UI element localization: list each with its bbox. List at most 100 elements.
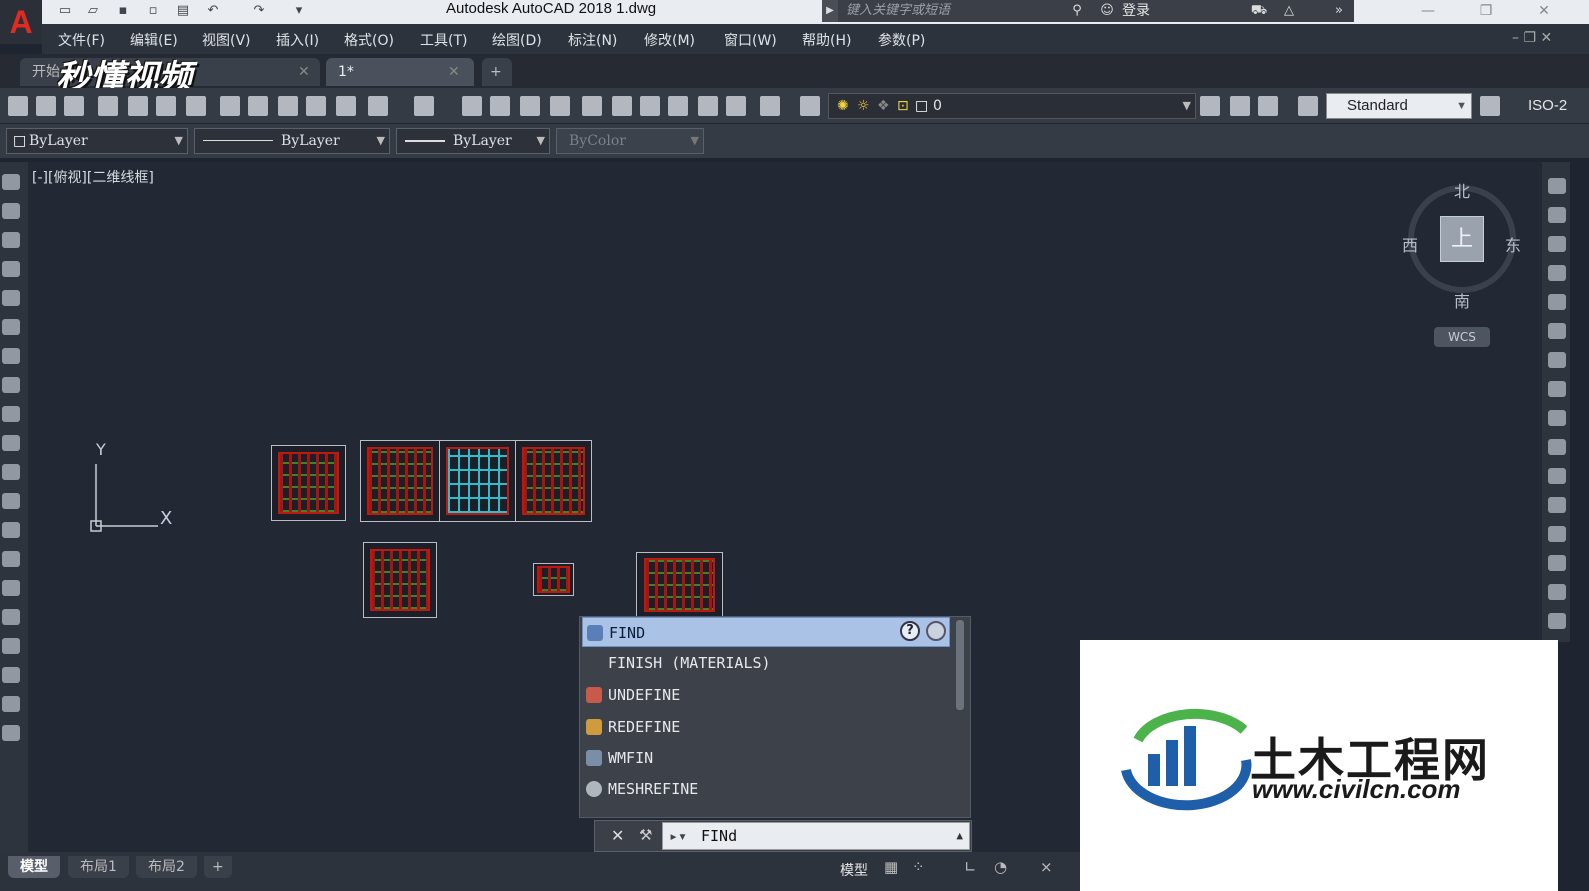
- menu-format[interactable]: 格式(O): [344, 30, 394, 50]
- floor-plan-drawing[interactable]: [360, 440, 440, 522]
- internet-search-icon[interactable]: [926, 621, 946, 641]
- draw-tool-icon[interactable]: [2, 725, 20, 741]
- autocomplete-item-undefine[interactable]: UNDEFINE: [582, 680, 950, 710]
- toolbar-tool-icon[interactable]: [582, 96, 602, 116]
- osnap-icon[interactable]: ⨯: [1040, 858, 1053, 876]
- modify-tool-icon[interactable]: [1548, 526, 1566, 542]
- toolbar-tool-icon[interactable]: [668, 96, 688, 116]
- toolbar-tool-icon[interactable]: [800, 96, 820, 116]
- wcs-menu[interactable]: WCS: [1434, 327, 1490, 347]
- draw-tool-icon[interactable]: [2, 290, 20, 306]
- toolbar-tool-icon[interactable]: [306, 96, 326, 116]
- floor-plan-drawing[interactable]: [533, 563, 574, 596]
- more-icon[interactable]: »: [1330, 3, 1348, 19]
- close-tab-icon[interactable]: ✕: [448, 58, 460, 86]
- compass-east[interactable]: 东: [1505, 232, 1521, 256]
- modify-tool-icon[interactable]: [1548, 555, 1566, 571]
- viewport-controls-label[interactable]: [-][俯视][二维线框]: [32, 167, 154, 187]
- toolbar-tool-icon[interactable]: [414, 96, 434, 116]
- menu-draw[interactable]: 绘图(D): [492, 30, 542, 50]
- menu-parameters[interactable]: 参数(P): [878, 30, 925, 50]
- modify-tool-icon[interactable]: [1548, 294, 1566, 310]
- draw-tool-icon[interactable]: [2, 696, 20, 712]
- search-input[interactable]: 键入关键字或短语: [838, 0, 1062, 22]
- floor-plan-drawing[interactable]: [271, 445, 346, 521]
- toolbar-tool-icon[interactable]: [550, 96, 570, 116]
- restore-button[interactable]: ❐: [1458, 0, 1514, 22]
- toolbar-tool-icon[interactable]: [220, 96, 240, 116]
- modify-tool-icon[interactable]: [1548, 265, 1566, 281]
- modify-tool-icon[interactable]: [1548, 352, 1566, 368]
- minimize-button[interactable]: —: [1400, 0, 1456, 22]
- draw-tool-icon[interactable]: [2, 580, 20, 596]
- draw-tool-icon[interactable]: [2, 609, 20, 625]
- autocomplete-item-find[interactable]: FIND: [582, 617, 950, 647]
- layer-dropdown[interactable]: ✺ ☼ ❖ ⊡ □ 0 ▼: [828, 93, 1196, 119]
- toolbar-tool-icon[interactable]: [490, 96, 510, 116]
- toolbar-tool-icon[interactable]: [156, 96, 176, 116]
- save-as-icon[interactable]: ▫: [144, 3, 162, 19]
- toolbar-tool-icon[interactable]: [248, 96, 268, 116]
- wrench-icon[interactable]: ⚒: [639, 826, 652, 844]
- add-layout-button[interactable]: +: [204, 856, 232, 878]
- tab-layout1[interactable]: 布局1: [68, 856, 129, 878]
- draw-tool-icon[interactable]: [2, 174, 20, 190]
- menu-file[interactable]: 文件(F): [58, 30, 105, 50]
- draw-tool-icon[interactable]: [2, 377, 20, 393]
- draw-tool-icon[interactable]: [2, 667, 20, 683]
- modify-tool-icon[interactable]: [1548, 236, 1566, 252]
- autocomplete-item-finish[interactable]: FINISH (MATERIALS): [582, 648, 950, 678]
- dim-style-dropdown[interactable]: ISO-2: [1528, 93, 1567, 119]
- modify-tool-icon[interactable]: [1548, 410, 1566, 426]
- print-icon[interactable]: ▤: [174, 3, 192, 19]
- undo-icon[interactable]: ↶: [204, 3, 222, 19]
- modify-tool-icon[interactable]: [1548, 178, 1566, 194]
- tab-drawing-1[interactable]: 1* ✕: [326, 58, 474, 86]
- floor-plan-drawing[interactable]: [363, 542, 437, 618]
- toolbar-tool-icon[interactable]: [1258, 96, 1278, 116]
- menu-insert[interactable]: 插入(I): [276, 30, 319, 50]
- toolbar-tool-icon[interactable]: [726, 96, 746, 116]
- modify-tool-icon[interactable]: [1548, 613, 1566, 629]
- toolbar-tool-icon[interactable]: [278, 96, 298, 116]
- modify-tool-icon[interactable]: [1548, 207, 1566, 223]
- toolbar-tool-icon[interactable]: [760, 96, 780, 116]
- draw-tool-icon[interactable]: [2, 261, 20, 277]
- menu-dimension[interactable]: 标注(N): [568, 30, 617, 50]
- save-icon[interactable]: ▪: [114, 3, 132, 19]
- draw-tool-icon[interactable]: [2, 464, 20, 480]
- menu-edit[interactable]: 编辑(E): [130, 30, 178, 50]
- text-style-dropdown[interactable]: Standard ▼: [1326, 93, 1472, 119]
- lineweight-dropdown[interactable]: ByLayer ▼: [396, 128, 550, 154]
- autocomplete-item-redefine[interactable]: REDEFINE: [582, 712, 950, 742]
- help-icon[interactable]: ?: [900, 621, 920, 641]
- draw-tool-icon[interactable]: [2, 348, 20, 364]
- login-link[interactable]: 登录: [1122, 0, 1150, 22]
- toolbar-tool-icon[interactable]: [612, 96, 632, 116]
- menu-help[interactable]: 帮助(H): [802, 30, 851, 50]
- toolbar-tool-icon[interactable]: [1230, 96, 1250, 116]
- floor-plan-drawing[interactable]: [515, 440, 592, 522]
- draw-tool-icon[interactable]: [2, 319, 20, 335]
- ortho-icon[interactable]: ∟: [964, 858, 977, 876]
- toolbar-tool-icon[interactable]: [462, 96, 482, 116]
- modify-tool-icon[interactable]: [1548, 439, 1566, 455]
- tab-layout2[interactable]: 布局2: [136, 856, 197, 878]
- menu-view[interactable]: 视图(V): [202, 30, 251, 50]
- floor-plan-drawing[interactable]: [439, 440, 516, 522]
- draw-tool-icon[interactable]: [2, 551, 20, 567]
- snap-icon[interactable]: ⁘: [912, 858, 925, 876]
- toolbar-tool-icon[interactable]: [368, 96, 388, 116]
- toolbar-tool-icon[interactable]: [64, 96, 84, 116]
- toolbar-tool-icon[interactable]: [1298, 96, 1318, 116]
- modify-tool-icon[interactable]: [1548, 497, 1566, 513]
- redo-icon[interactable]: ↷: [250, 3, 268, 19]
- draw-tool-icon[interactable]: [2, 232, 20, 248]
- toolbar-tool-icon[interactable]: [36, 96, 56, 116]
- menu-modify[interactable]: 修改(M): [644, 30, 695, 50]
- tab-model[interactable]: 模型: [8, 856, 60, 878]
- draw-tool-icon[interactable]: [2, 435, 20, 451]
- mdi-window-controls-icon[interactable]: – ❐ ✕: [1512, 30, 1552, 46]
- close-tab-icon[interactable]: ✕: [298, 58, 310, 86]
- binoculars-icon[interactable]: ⚲: [1068, 3, 1086, 19]
